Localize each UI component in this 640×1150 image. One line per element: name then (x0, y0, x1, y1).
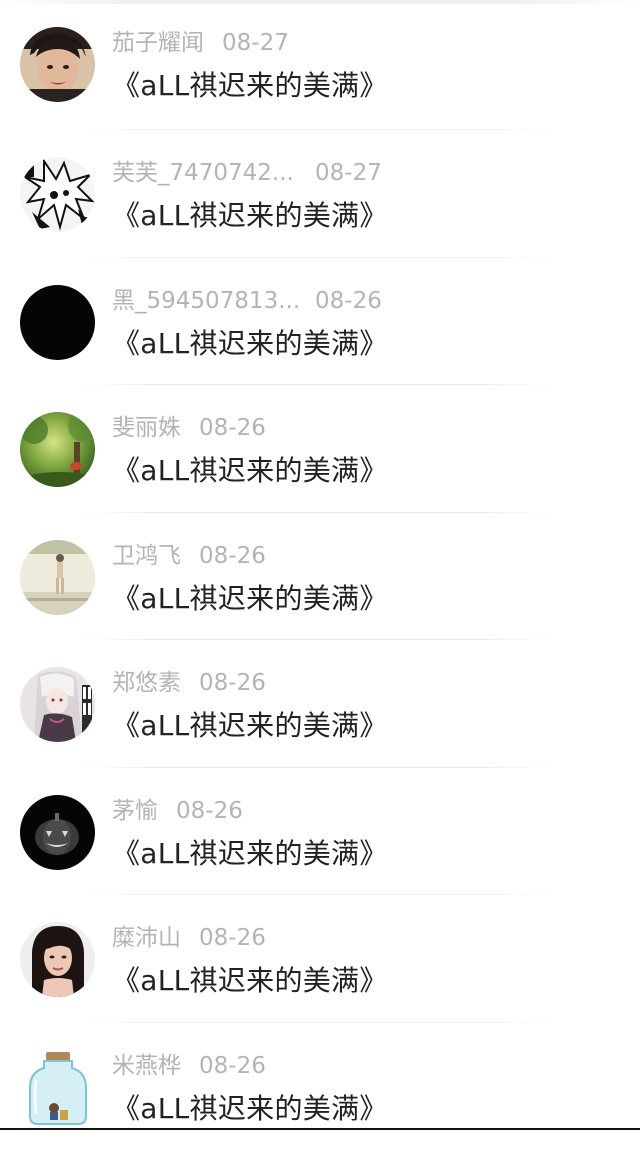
comment-meta: 糜沛山 08-26 (112, 922, 266, 954)
forest-avatar-icon (20, 412, 95, 487)
comment-item[interactable]: 斐丽姝 08-26 《aLL祺迟来的美满》 (0, 385, 640, 513)
black-avatar-icon (20, 285, 95, 360)
comment-meta: 米燕桦 08-26 (112, 1050, 266, 1082)
comment-item[interactable]: 郑悠素 08-26 《aLL祺迟来的美满》 (0, 640, 640, 768)
anime-girl-avatar-icon (20, 667, 95, 742)
woman-portrait-avatar-icon (20, 922, 95, 997)
timestamp: 08-26 (199, 1050, 266, 1082)
comment-item[interactable]: 茅愉 08-26 《aLL祺迟来的美满》 (0, 768, 640, 896)
comment-item[interactable]: 芙芙_7470742... 08-27 《aLL祺迟来的美满》 (0, 130, 640, 258)
avatar[interactable] (20, 540, 95, 615)
comment-text: 《aLL祺迟来的美满》 (112, 579, 388, 619)
avatar[interactable] (20, 157, 95, 232)
comment-text: 《aLL祺迟来的美满》 (112, 961, 388, 1001)
timestamp: 08-26 (199, 540, 266, 572)
avatar[interactable] (20, 922, 95, 997)
figure-avatar-icon (20, 540, 95, 615)
comment-text: 《aLL祺迟来的美满》 (112, 66, 388, 106)
username[interactable]: 茄子耀闻 (112, 27, 204, 59)
comment-item[interactable]: 米燕桦 08-26 《aLL祺迟来的美满》 (0, 1023, 640, 1150)
comment-text: 《aLL祺迟来的美满》 (112, 1089, 388, 1129)
comment-item[interactable]: 卫鸿飞 08-26 《aLL祺迟来的美满》 (0, 513, 640, 641)
avatar[interactable] (20, 285, 95, 360)
username[interactable]: 糜沛山 (112, 922, 181, 954)
comment-meta: 卫鸿飞 08-26 (112, 540, 266, 572)
comment-meta: 郑悠素 08-26 (112, 667, 266, 699)
bottle-avatar-icon (20, 1050, 95, 1125)
username[interactable]: 卫鸿飞 (112, 540, 181, 572)
comment-meta: 茅愉 08-26 (112, 795, 243, 827)
timestamp: 08-26 (199, 922, 266, 954)
comment-item[interactable]: 糜沛山 08-26 《aLL祺迟来的美满》 (0, 895, 640, 1023)
timestamp: 08-27 (315, 157, 382, 189)
comment-text: 《aLL祺迟来的美满》 (112, 834, 388, 874)
pumpkin-avatar-icon (20, 795, 95, 870)
comment-item[interactable]: 茄子耀闻 08-27 《aLL祺迟来的美满》 (0, 0, 640, 130)
username[interactable]: 黑_594507813... (112, 285, 297, 317)
timestamp: 08-27 (222, 27, 289, 59)
comment-item[interactable]: 黑_594507813... 08-26 《aLL祺迟来的美满》 (0, 258, 640, 386)
avatar[interactable] (20, 27, 95, 102)
timestamp: 08-26 (315, 285, 382, 317)
comment-text: 《aLL祺迟来的美满》 (112, 706, 388, 746)
avatar[interactable] (20, 667, 95, 742)
comment-text: 《aLL祺迟来的美满》 (112, 196, 388, 236)
timestamp: 08-26 (176, 795, 243, 827)
avatar[interactable] (20, 412, 95, 487)
comment-meta: 茄子耀闻 08-27 (112, 27, 289, 59)
username[interactable]: 米燕桦 (112, 1050, 181, 1082)
avatar[interactable] (20, 795, 95, 870)
comment-text: 《aLL祺迟来的美满》 (112, 324, 388, 364)
photo-avatar-boy-icon (20, 27, 95, 102)
username[interactable]: 斐丽姝 (112, 412, 181, 444)
username[interactable]: 郑悠素 (112, 667, 181, 699)
comment-text: 《aLL祺迟来的美满》 (112, 451, 388, 491)
username[interactable]: 茅愉 (112, 795, 158, 827)
comment-list[interactable]: 茄子耀闻 08-27 《aLL祺迟来的美满》 芙芙_7470742... 08-27… (0, 0, 640, 1150)
comment-meta: 黑_594507813... 08-26 (112, 285, 382, 317)
username[interactable]: 芙芙_7470742... (112, 157, 297, 189)
timestamp: 08-26 (199, 667, 266, 699)
avatar[interactable] (20, 1050, 95, 1125)
timestamp: 08-26 (199, 412, 266, 444)
comment-meta: 斐丽姝 08-26 (112, 412, 266, 444)
manga-avatar-icon (20, 157, 95, 232)
comment-meta: 芙芙_7470742... 08-27 (112, 157, 382, 189)
